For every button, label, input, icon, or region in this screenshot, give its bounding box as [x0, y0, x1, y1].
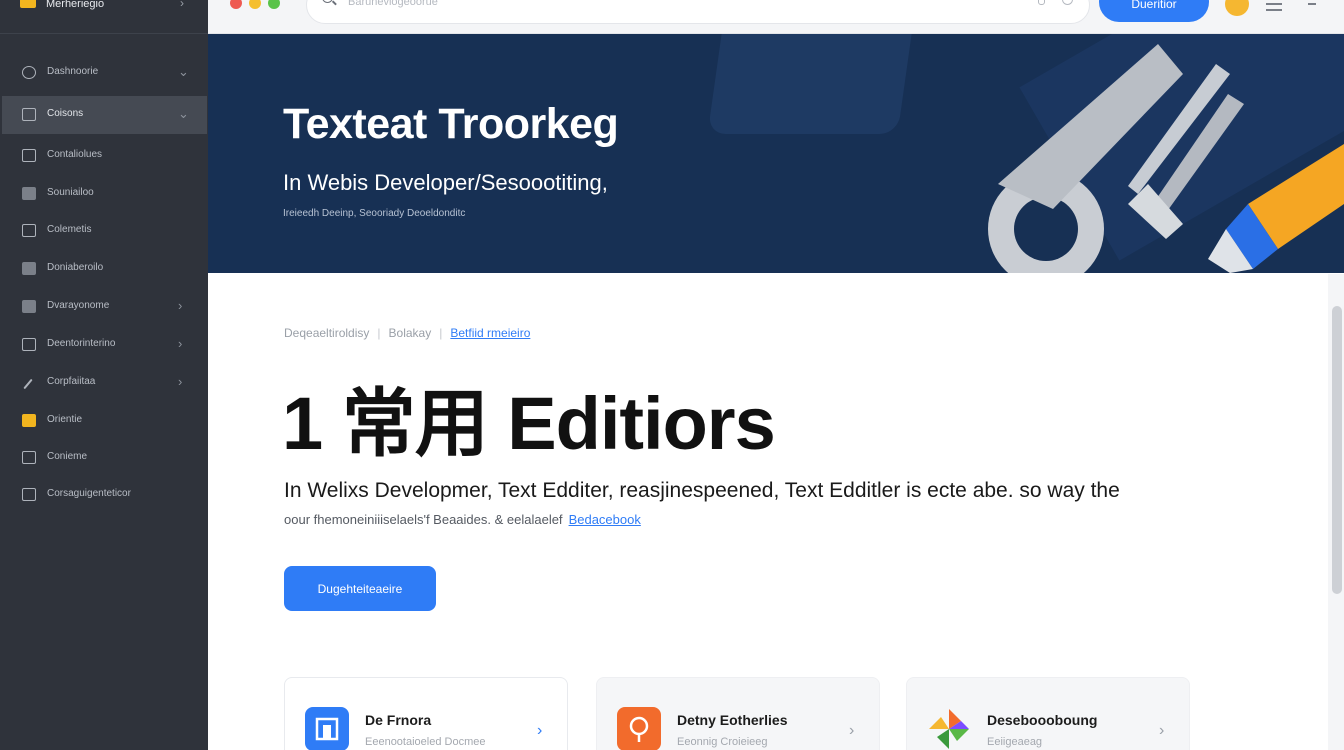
card-title: Deseboooboung [987, 712, 1098, 728]
chevron-down-icon: ⌄ [178, 64, 189, 79]
card-subtitle: Eeenootaioeled Docmee [365, 736, 486, 748]
puzzle-icon [22, 187, 36, 200]
hero-decoration [707, 34, 915, 134]
card-title: Detny Eotherlies [677, 712, 788, 728]
grid-icon [22, 488, 36, 501]
pen-icon [23, 378, 33, 390]
breadcrumb-current[interactable]: Betfiid rmeieiro [450, 326, 530, 340]
search-input[interactable] [348, 0, 848, 8]
pin-icon [617, 707, 661, 750]
page-title: 1 常用 Editiors [282, 382, 776, 465]
layout-icon [305, 707, 349, 750]
header-action-button[interactable]: Dueritior [1099, 0, 1209, 22]
sidebar-item[interactable]: Corsaguigenteticor [0, 476, 208, 514]
chevron-right-icon: › [849, 722, 855, 739]
sidebar-item-label: Orientie [47, 414, 83, 425]
breadcrumb-separator: | [377, 326, 381, 340]
sidebar-item-label: Doniaberoilo [47, 262, 104, 273]
breadcrumb: Deqeaeltiroldisy | Bolakay | Betfiid rmeieir… [284, 326, 530, 340]
pinwheel-icon [929, 709, 969, 749]
editor-card[interactable]: Deseboooboung Eeiigeaeag › [906, 677, 1190, 750]
sidebar-item-label: Corsaguigenteticor [47, 488, 131, 499]
card-subtitle: Eeonnig Croieieeg [677, 736, 768, 748]
editor-card[interactable]: De Frnora Eeenootaioeled Docmee › [284, 677, 568, 750]
app-title: Merheriegio [46, 0, 105, 10]
close-window-button[interactable] [230, 0, 242, 9]
edit-icon [22, 300, 36, 313]
app-logo-icon [20, 0, 36, 8]
chevron-down-icon: ⌄ [178, 106, 189, 121]
folder-icon [22, 262, 36, 275]
sidebar-item[interactable]: Corpfaiitaa › [0, 364, 208, 402]
sidebar-item-active[interactable]: Coisons ⌄ [2, 96, 207, 134]
document-icon [22, 224, 36, 237]
menu-icon[interactable] [1266, 3, 1282, 11]
window-icon [22, 414, 36, 427]
sidebar-item-label: Conieme [47, 451, 88, 462]
chevron-right-icon: › [537, 722, 543, 739]
sidebar-item-label: Coisons [47, 108, 84, 119]
intro-text: In Welixs Developmer, Text Edditer, reas… [284, 479, 1120, 502]
chevron-right-icon: › [178, 336, 183, 351]
breadcrumb-item[interactable]: Deqeaeltiroldisy [284, 326, 369, 340]
hero-banner: Texteat Troorkeg In Webis Developer/Seso… [208, 34, 1344, 273]
chevron-right-icon: › [178, 298, 183, 313]
sidebar-item[interactable]: Conieme [0, 439, 208, 477]
sidebar-item-label: Corpfaiitaa [47, 376, 96, 387]
intro-text-body: oour fhemoneiniiiselaels'f Beaaides. & e… [284, 512, 563, 527]
editor-card[interactable]: Detny Eotherlies Eeonnig Croieieeg › [596, 677, 880, 750]
hero-title: Texteat Troorkeg [283, 100, 619, 148]
sidebar: Merheriegio › Dashnoorie ⌄ Coisons ⌄ Con… [0, 0, 208, 750]
hero-subtitle: In Webis Developer/Sesoootiting, [283, 170, 608, 195]
chevron-right-icon: › [1159, 722, 1165, 739]
sidebar-item-label: Dvarayonome [47, 300, 110, 311]
wrench-screwdriver-icon [988, 44, 1344, 273]
breadcrumb-item[interactable]: Bolakay [389, 326, 432, 340]
database-icon [22, 108, 36, 121]
chat-bubble-icon [22, 66, 36, 79]
chevron-right-icon: › [180, 0, 184, 10]
sidebar-item-label: Deentorinterino [47, 338, 116, 349]
sidebar-item-label: Dashnoorie [47, 66, 99, 77]
sidebar-item-label: Contaliolues [47, 149, 103, 160]
primary-action-button[interactable]: Dugehteiteaeire [284, 566, 436, 611]
avatar[interactable] [1225, 0, 1249, 16]
intro-link[interactable]: Bedacebook [569, 512, 641, 527]
play-box-icon [22, 338, 36, 351]
chevron-right-icon: › [178, 374, 183, 389]
sidebar-item[interactable]: Colemetis [0, 212, 208, 250]
sidebar-item[interactable]: Souniailoo [0, 175, 208, 213]
minimize-window-button[interactable] [249, 0, 261, 9]
hero-caption: Ireieedh Deeinp, Seooriady Deoeldonditc [283, 208, 466, 219]
sidebar-item[interactable]: Dvarayonome › [0, 288, 208, 326]
intro-text-secondary: oour fhemoneiniiiselaels'f Beaaides. & e… [284, 512, 641, 527]
sidebar-item[interactable]: Doniaberoilo [0, 250, 208, 288]
more-options-icon[interactable] [1308, 0, 1318, 10]
image-icon [22, 451, 36, 464]
sidebar-item[interactable]: Deentorinterino › [0, 326, 208, 364]
browser-toolbar: Dueritior [208, 0, 1344, 34]
breadcrumb-separator: | [439, 326, 443, 340]
maximize-window-button[interactable] [268, 0, 280, 9]
sidebar-header[interactable]: Merheriegio › [0, 0, 208, 34]
card-title: De Frnora [365, 712, 432, 728]
card-subtitle: Eeiigeaeag [987, 736, 1043, 748]
microphone-icon[interactable] [1038, 0, 1045, 5]
sidebar-item-dashboard[interactable]: Dashnoorie ⌄ [0, 54, 208, 92]
sidebar-item-label: Colemetis [47, 224, 92, 235]
card-icon [22, 149, 36, 162]
sidebar-item-label: Souniailoo [47, 187, 94, 198]
sidebar-item[interactable]: Orientie [0, 402, 208, 440]
sidebar-item[interactable]: Contaliolues [0, 137, 208, 175]
scrollbar-thumb[interactable] [1332, 306, 1342, 594]
